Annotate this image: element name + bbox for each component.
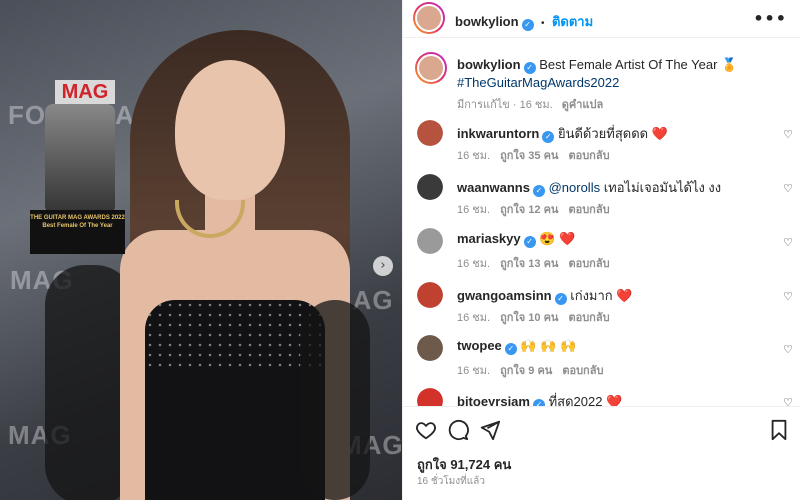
comment-text: 😍 ❤️ <box>539 231 576 246</box>
reply-button[interactable]: ตอบกลับ <box>568 150 609 162</box>
avatar-fill <box>417 335 443 361</box>
comment-text: @norolls เทอไม่เจอมันได้ไง งง <box>548 180 722 195</box>
reply-button[interactable]: ตอบกลับ <box>568 312 609 324</box>
next-photo-button[interactable]: › <box>373 256 393 276</box>
comment-item: inkwaruntorn ✓ ยินดีด้วยที่สุดดด ❤️ 16 ชม… <box>417 120 795 166</box>
comment-likes[interactable]: ถูกใจ 13 คน <box>500 258 558 270</box>
share-icon[interactable] <box>479 419 501 446</box>
trophy-guitar <box>45 104 115 214</box>
avatar[interactable] <box>415 52 447 84</box>
header-username[interactable]: bowkylion <box>455 14 519 29</box>
reply-button[interactable]: ตอบกลับ <box>562 365 603 377</box>
reply-button[interactable]: ตอบกลับ <box>568 204 609 216</box>
avatar[interactable] <box>417 335 443 361</box>
verified-icon: ✓ <box>532 185 545 197</box>
comment-item: waanwanns ✓ @norolls เทอไม่เจอมันได้ไง งง… <box>417 174 795 220</box>
bookmark-icon[interactable] <box>769 419 789 446</box>
verified-icon: ✓ <box>523 62 536 74</box>
avatar[interactable] <box>417 174 443 200</box>
comment-item: mariaskyy ✓ 😍 ❤️ 16 ชม. ถูกใจ 13 คน ตอบกลับ… <box>417 228 795 274</box>
post-timestamp: 16 ชั่วโมงที่แล้ว <box>417 476 485 487</box>
comment-like-icon[interactable]: ♡ <box>783 343 793 356</box>
comment-text: ยินดีด้วยที่สุดดด ❤️ <box>557 126 668 141</box>
dress <box>145 300 325 500</box>
comment-username[interactable]: inkwaruntorn <box>457 126 539 141</box>
post-photo[interactable]: FOR MAG AL MAG MAG MAG MAG THE GUITAR MA… <box>0 0 402 500</box>
caption-text: Best Female Artist Of The Year 🏅 <box>539 57 738 72</box>
comment-likes[interactable]: ถูกใจ 35 คน <box>500 150 558 162</box>
avatar[interactable] <box>417 120 443 146</box>
hashtag-link[interactable]: #TheGuitarMagAwards2022 <box>457 75 619 90</box>
avatar-fill <box>417 228 443 254</box>
like-count[interactable]: ถูกใจ 91,724 คน <box>417 454 511 475</box>
comment-item: twopee ✓ 🙌 🙌 🙌 16 ชม. ถูกใจ 9 คน ตอบกลับ ♡ <box>417 335 795 381</box>
verified-icon: ✓ <box>542 131 555 143</box>
avatar[interactable] <box>417 228 443 254</box>
comment-username[interactable]: gwangoamsinn <box>457 288 552 303</box>
comment-username[interactable]: waanwanns <box>457 180 530 195</box>
avatar[interactable] <box>413 2 445 34</box>
comment-time: 16 ชม. <box>457 150 491 162</box>
verified-icon: ✓ <box>521 19 534 31</box>
comment-likes[interactable]: ถูกใจ 12 คน <box>500 204 558 216</box>
verified-icon: ✓ <box>504 343 517 355</box>
post-side-panel: bowkylion ✓ • ติดตาม ••• bowkylion ✓ Best … <box>402 0 800 500</box>
comment-like-icon[interactable]: ♡ <box>783 182 793 195</box>
comment-time: 16 ชม. <box>457 258 491 270</box>
comment-likes[interactable]: ถูกใจ 10 คน <box>500 312 558 324</box>
heart-icon[interactable] <box>415 419 437 446</box>
comment-icon[interactable] <box>447 419 469 446</box>
comment-like-icon[interactable]: ♡ <box>783 290 793 303</box>
post-header: bowkylion ✓ • ติดตาม ••• <box>403 0 800 38</box>
comment-like-icon[interactable]: ♡ <box>783 236 793 249</box>
caption-text-block: bowkylion ✓ Best Female Artist Of The Yea… <box>457 56 787 114</box>
trophy-plaque: THE GUITAR MAG AWARDS 2022 Best Female O… <box>30 210 125 254</box>
follow-button[interactable]: ติดตาม <box>552 14 593 29</box>
comment-item: gwangoamsinn ✓ เก่งมาก ❤️ 16 ชม. ถูกใจ 10 … <box>417 282 795 328</box>
sleeve-right <box>300 300 370 500</box>
comment-username[interactable]: mariaskyy <box>457 231 521 246</box>
comment-time: 16 ชม. <box>457 365 491 377</box>
avatar-fill <box>417 120 443 146</box>
avatar-fill <box>417 174 443 200</box>
more-options-icon[interactable]: ••• <box>753 9 787 28</box>
action-bar: ถูกใจ 91,724 คน 16 ชั่วโมงที่แล้ว <box>403 406 800 500</box>
avatar[interactable] <box>417 282 443 308</box>
see-translation-link[interactable]: ดูคำแปล <box>562 99 604 111</box>
comment-like-icon[interactable]: ♡ <box>783 128 793 141</box>
verified-icon: ✓ <box>554 293 567 305</box>
comment-username[interactable]: twopee <box>457 338 502 353</box>
comment-likes[interactable]: ถูกใจ 9 คน <box>500 365 552 377</box>
caption-username[interactable]: bowkylion <box>457 57 521 72</box>
trophy: MAG THE GUITAR MAG AWARDS 2022 Best Fema… <box>30 80 125 254</box>
separator-dot: • <box>541 18 545 29</box>
comment-time: 16 ชม. <box>457 204 491 216</box>
comment-text: 🙌 🙌 🙌 <box>520 338 577 353</box>
avatar-fill <box>417 282 443 308</box>
face <box>175 60 285 200</box>
verified-icon: ✓ <box>523 236 536 248</box>
reply-button[interactable]: ตอบกลับ <box>568 258 609 270</box>
trophy-logo: MAG <box>55 80 115 104</box>
comment-time: 16 ชม. <box>457 312 491 324</box>
edited-label: มีการแก้ไข · 16 ชม. <box>457 99 553 111</box>
comment-text: เก่งมาก ❤️ <box>570 288 633 303</box>
